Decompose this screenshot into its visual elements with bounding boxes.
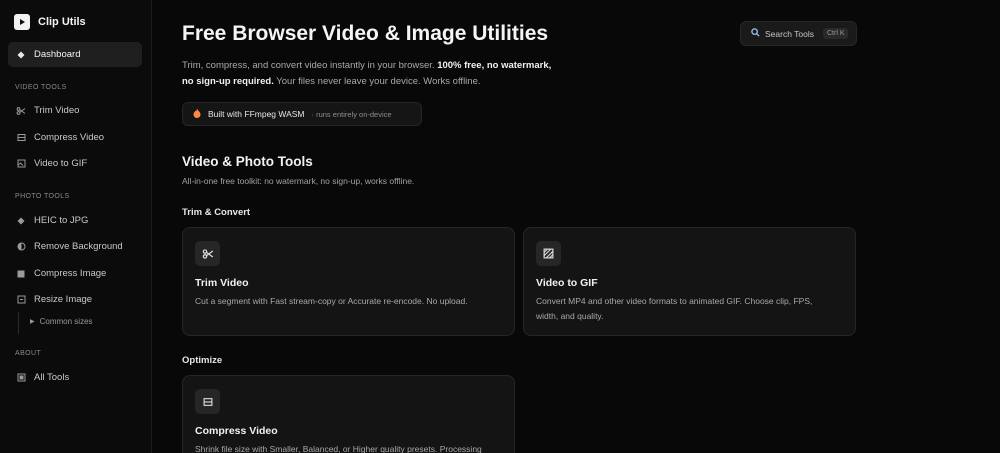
tool-card-video-to-gif[interactable]: Video to GIF Convert MP4 and other video… (523, 227, 856, 336)
badge-note: · runs entirely on-device (311, 109, 392, 119)
scissors-icon (16, 106, 26, 116)
half-circle-icon (16, 242, 26, 252)
sidebar-item-label: Resize Image (34, 294, 93, 305)
card-title: Compress Video (195, 425, 278, 437)
subnav-line (18, 312, 19, 334)
scissors-icon (195, 241, 220, 266)
search-shortcut-badge: Ctrl K (822, 28, 849, 39)
sidebar-subitem-label: Common sizes (39, 317, 93, 326)
resize-icon (16, 295, 26, 305)
sidebar-item-label: Compress Video (34, 132, 105, 143)
sidebar-item-label: Dashboard (34, 49, 81, 60)
card-title: Trim Video (195, 277, 249, 289)
square-icon (16, 269, 26, 279)
section-subtitle: All-in-one free toolkit: no watermark, n… (182, 176, 415, 186)
image-icon (16, 159, 26, 169)
film-icon (16, 133, 26, 143)
card-description: Convert MP4 and other video formats to a… (536, 296, 813, 321)
section-label-about: ABOUT (15, 350, 42, 357)
section-label-video-tools: VIDEO TOOLS (15, 84, 67, 91)
sidebar-item-video-to-gif[interactable]: Video to GIF (8, 151, 142, 176)
sidebar-item-label: Trim Video (34, 105, 80, 116)
sidebar-item-label: All Tools (34, 372, 70, 383)
card-title: Video to GIF (536, 277, 598, 289)
triangle-right-icon: ▶ (30, 319, 35, 325)
sidebar-item-heic-to-jpg[interactable]: HEIC to JPG (8, 208, 142, 233)
image-icon (536, 241, 561, 266)
sidebar-item-trim-video[interactable]: Trim Video (8, 98, 142, 123)
flame-icon (193, 108, 201, 121)
sidebar: Clip Utils Dashboard VIDEO TOOLS Trim Vi… (0, 0, 152, 453)
intro-text-part2: Your files never leave your device. Work… (273, 76, 481, 87)
card-description: Shrink file size with Smaller, Balanced,… (195, 444, 482, 453)
diamond-icon (16, 216, 26, 226)
card-description: Cut a segment with Fast stream-copy or A… (195, 296, 468, 306)
badge-label: Built with FFmpeg WASM (208, 109, 305, 119)
sidebar-item-compress-image[interactable]: Compress Image (8, 261, 142, 286)
main-content: Free Browser Video & Image Utilities Sea… (153, 0, 1000, 453)
search-tools-button[interactable]: Search Tools Ctrl K (740, 21, 857, 46)
section-label-photo-tools: PHOTO TOOLS (15, 193, 70, 200)
intro-text-part1: Trim, compress, and convert video instan… (182, 60, 438, 71)
tool-card-trim-video[interactable]: Trim Video Cut a segment with Fast strea… (182, 227, 515, 336)
sidebar-item-dashboard[interactable]: Dashboard (8, 42, 142, 67)
intro-text: Trim, compress, and convert video instan… (182, 58, 562, 90)
brand[interactable]: Clip Utils (14, 13, 86, 31)
section-title: Video & Photo Tools (182, 154, 313, 169)
search-icon (751, 28, 760, 39)
sidebar-item-label: HEIC to JPG (34, 215, 89, 226)
sidebar-item-label: Video to GIF (34, 158, 88, 169)
sidebar-item-resize-image[interactable]: Resize Image (8, 287, 142, 312)
sidebar-item-label: Remove Background (34, 241, 123, 252)
diamond-icon (16, 50, 26, 60)
sidebar-item-compress-video[interactable]: Compress Video (8, 125, 142, 150)
grid-icon (16, 373, 26, 383)
search-label: Search Tools (765, 28, 814, 39)
sidebar-item-remove-background[interactable]: Remove Background (8, 234, 142, 259)
brand-title: Clip Utils (38, 16, 86, 28)
page-title: Free Browser Video & Image Utilities (182, 22, 549, 45)
group-title-trim-convert: Trim & Convert (182, 207, 251, 218)
film-icon (195, 389, 220, 414)
ffmpeg-badge: Built with FFmpeg WASM · runs entirely o… (182, 102, 422, 126)
play-icon (14, 14, 30, 30)
group-title-optimize: Optimize (182, 355, 223, 366)
sidebar-item-all-tools[interactable]: All Tools (8, 365, 142, 390)
sidebar-subitem-common-sizes[interactable]: ▶ Common sizes (30, 317, 93, 326)
sidebar-item-label: Compress Image (34, 268, 107, 279)
tool-card-compress-video[interactable]: Compress Video Shrink file size with Sma… (182, 375, 515, 453)
